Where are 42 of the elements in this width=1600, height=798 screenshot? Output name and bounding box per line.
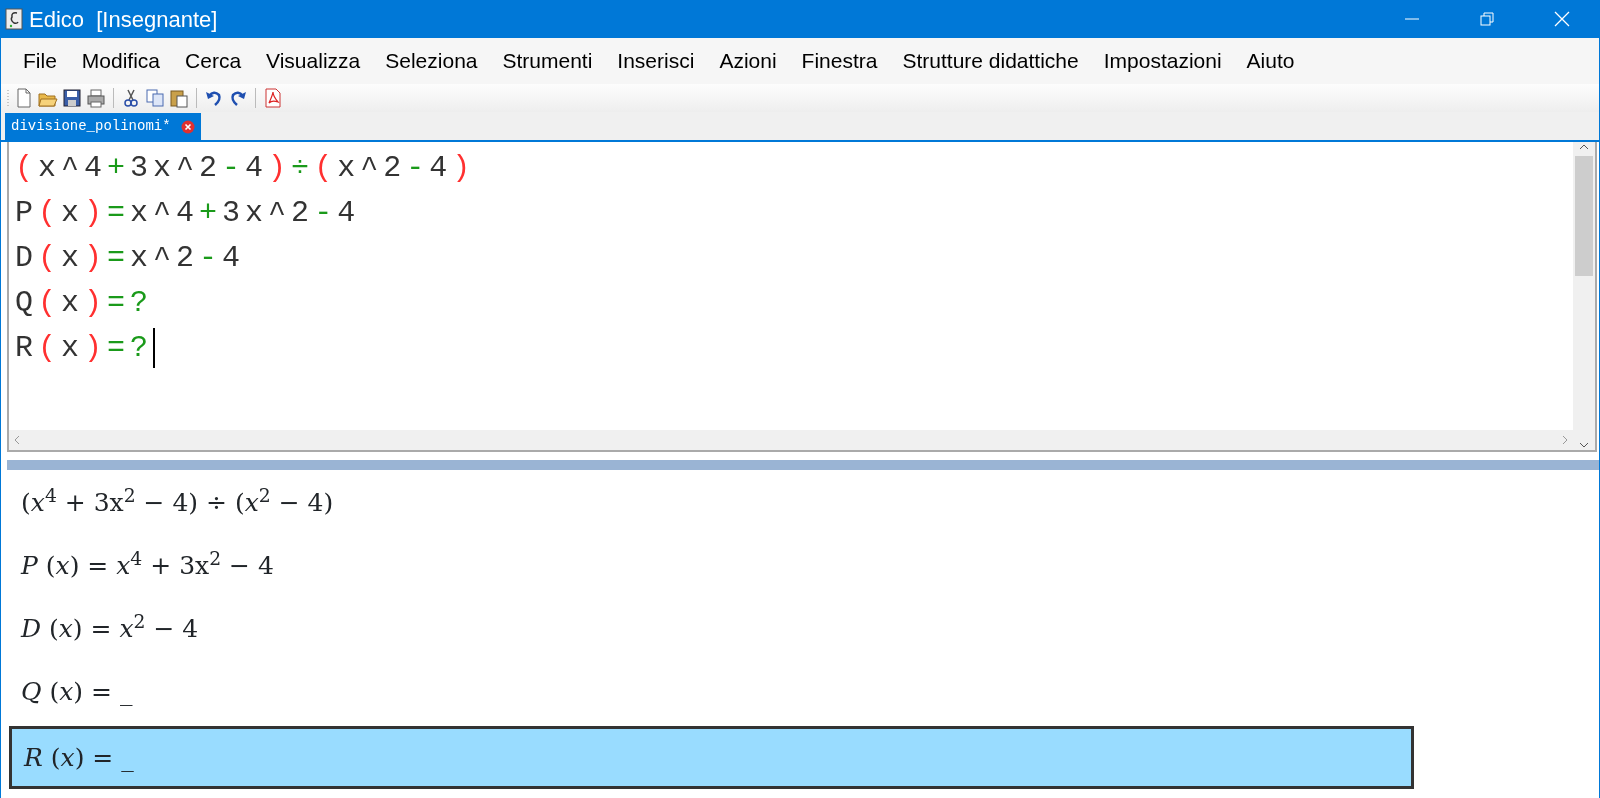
scroll-up-icon[interactable]: [1579, 142, 1589, 152]
math-line[interactable]: P (x) = x$^{4}$ + 3x$^{2}$ − 4: [9, 537, 1414, 600]
menu-item[interactable]: Seleziona: [373, 45, 491, 77]
menu-item[interactable]: Aiuto: [1234, 45, 1308, 77]
redo-arrow-icon[interactable]: [228, 88, 248, 108]
clipboard-icon[interactable]: [169, 88, 189, 108]
code-line: P(x)=x^4+3x^2-4: [15, 195, 362, 232]
pdf-document-icon[interactable]: [263, 88, 283, 108]
menu-item[interactable]: Modifica: [69, 45, 174, 77]
close-icon: [1553, 11, 1570, 27]
menu-item[interactable]: File: [11, 45, 70, 77]
code-line: R(x)=?: [15, 326, 1567, 371]
code-line: D(x)=x^2-4: [15, 240, 247, 277]
menu-item[interactable]: Impostazioni: [1091, 45, 1235, 77]
menu-item[interactable]: Visualizza: [254, 45, 374, 77]
restore-icon: [1479, 12, 1494, 26]
code-line: Q(x)=?: [15, 285, 155, 322]
close-tab-icon[interactable]: [180, 119, 195, 134]
code-line: (x^4+3x^2-4)÷(x^2-4): [15, 150, 477, 187]
undo-arrow-icon[interactable]: [204, 88, 224, 108]
scrollbar-thumb[interactable]: [1575, 156, 1593, 276]
scroll-right-icon[interactable]: [1561, 435, 1569, 445]
menu-item[interactable]: Cerca: [173, 45, 255, 77]
menu-item[interactable]: Azioni: [707, 45, 790, 77]
copy-icon[interactable]: [145, 88, 165, 108]
menu-item[interactable]: Strutture didattiche: [890, 45, 1092, 77]
document-tab[interactable]: divisione_polinomi*: [5, 113, 201, 140]
app-logo-icon: [5, 8, 23, 30]
toolbar-grip-icon: [7, 88, 10, 108]
menu-item[interactable]: Inserisci: [605, 45, 708, 77]
math-line[interactable]: (x$^{4}$ + 3x$^{2}$ − 4) ÷ (x$^{2}$ − 4): [9, 474, 1414, 537]
menu-item[interactable]: Finestra: [789, 45, 891, 77]
minimize-icon: [1404, 18, 1419, 20]
printer-icon[interactable]: [86, 88, 106, 108]
scroll-left-icon[interactable]: [13, 435, 21, 445]
math-line[interactable]: Q (x) = _: [9, 663, 1414, 726]
window-title: Edico [Insegnante]: [29, 5, 218, 34]
math-line[interactable]: D (x) = x$^{2}$ − 4: [9, 600, 1414, 663]
scroll-down-icon[interactable]: [1579, 440, 1589, 450]
menu-item[interactable]: Strumenti: [490, 45, 606, 77]
scissors-icon[interactable]: [121, 88, 141, 108]
new-document-icon[interactable]: [14, 88, 34, 108]
